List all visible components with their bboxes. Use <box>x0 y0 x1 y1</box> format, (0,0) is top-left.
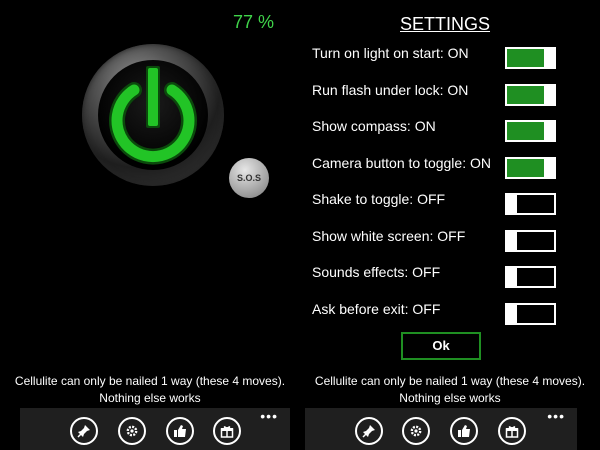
gear-icon[interactable] <box>402 417 430 445</box>
ok-button[interactable]: Ok <box>401 332 481 360</box>
toggle-fill <box>507 85 544 104</box>
setting-toggle[interactable] <box>505 156 556 179</box>
battery-level: 77 % <box>233 12 275 32</box>
sos-button[interactable]: S.O.S <box>229 158 269 198</box>
toggle-thumb <box>544 120 554 142</box>
pin-icon[interactable] <box>355 417 383 445</box>
setting-label: Shake to toggle: OFF <box>312 191 446 207</box>
ad-line-2: Nothing else works <box>99 391 201 405</box>
toggle-thumb <box>507 302 517 325</box>
setting-toggle[interactable] <box>505 266 556 288</box>
thumbs-up-icon[interactable] <box>166 417 194 445</box>
gift-icon[interactable] <box>498 417 526 445</box>
setting-label: Show white screen: OFF <box>312 227 466 244</box>
settings-title: SETTINGS <box>400 14 491 34</box>
toggle-thumb <box>544 83 554 106</box>
ad-line-2: Nothing else works <box>399 391 501 405</box>
toggle-thumb <box>507 193 517 215</box>
ad-line-1: Cellulite can only be nailed 1 way (thes… <box>314 374 586 388</box>
ad-line-1: Cellulite can only be nailed 1 way (thes… <box>14 374 286 388</box>
power-icon <box>109 66 197 165</box>
setting-toggle[interactable] <box>505 120 556 142</box>
setting-label: Camera button to toggle: ON <box>312 154 491 171</box>
toggle-fill <box>507 122 544 140</box>
toggle-fill <box>507 49 544 67</box>
setting-label: Sounds effects: OFF <box>312 264 441 280</box>
app-bar: ••• <box>305 408 577 450</box>
pin-icon[interactable] <box>70 417 98 445</box>
setting-label: Turn on light on start: ON <box>312 45 469 61</box>
toggle-thumb <box>544 156 554 179</box>
ad-banner[interactable]: Cellulite can only be nailed 1 way (thes… <box>300 373 600 407</box>
setting-label: Run flash under lock: ON <box>312 81 469 98</box>
toggle-thumb <box>507 229 517 252</box>
setting-toggle[interactable] <box>505 229 556 252</box>
setting-label: Show compass: ON <box>312 118 436 134</box>
setting-toggle[interactable] <box>505 47 556 69</box>
app-bar: ••• <box>20 408 290 450</box>
thumbs-up-icon[interactable] <box>450 417 478 445</box>
ad-banner[interactable]: Cellulite can only be nailed 1 way (thes… <box>0 373 300 407</box>
setting-toggle[interactable] <box>505 302 556 325</box>
setting-label: Ask before exit: OFF <box>312 300 441 317</box>
more-options-button[interactable]: ••• <box>260 408 278 424</box>
setting-toggle[interactable] <box>505 83 556 106</box>
flashlight-panel: 77 % S.O.S Cellulite can only be nailed … <box>0 0 300 450</box>
setting-toggle[interactable] <box>505 193 556 215</box>
toggle-thumb <box>544 47 554 69</box>
more-options-button[interactable]: ••• <box>547 408 565 424</box>
gift-icon[interactable] <box>213 417 241 445</box>
toggle-fill <box>507 158 544 177</box>
settings-panel: SETTINGS Turn on light on start: ON Run f… <box>300 0 600 450</box>
toggle-thumb <box>507 266 517 288</box>
gear-icon[interactable] <box>118 417 146 445</box>
power-button[interactable] <box>82 44 224 186</box>
